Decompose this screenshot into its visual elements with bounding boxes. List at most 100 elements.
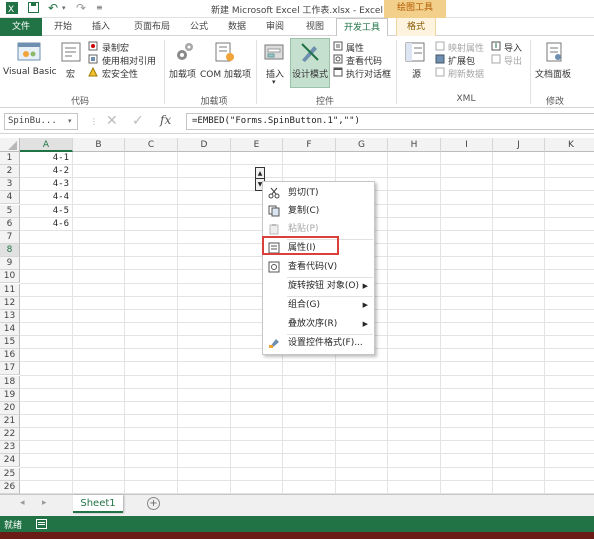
row-header[interactable]: 25: [0, 467, 20, 481]
row-header[interactable]: 3: [0, 178, 20, 192]
row-header[interactable]: 11: [0, 283, 20, 297]
enter-icon[interactable]: ✓: [132, 113, 144, 129]
row-header[interactable]: 6: [0, 217, 20, 231]
column-header[interactable]: D: [178, 138, 231, 152]
tab-view[interactable]: 视图: [298, 18, 332, 36]
row-header[interactable]: 4: [0, 191, 20, 205]
menu-item-cut[interactable]: 剪切(T): [263, 184, 374, 202]
visual-basic-button[interactable]: Visual Basic: [3, 67, 57, 77]
scroll-left-icon[interactable]: ◂: [20, 498, 25, 508]
row-header[interactable]: 14: [0, 322, 20, 336]
row-header[interactable]: 22: [0, 428, 20, 442]
xml-source-button[interactable]: 源: [412, 67, 421, 80]
tab-insert[interactable]: 插入: [84, 18, 118, 36]
map-properties-icon: [435, 41, 445, 51]
row-header[interactable]: 21: [0, 415, 20, 428]
column-header[interactable]: K: [545, 138, 594, 152]
name-box-dropdown-icon[interactable]: ▾: [68, 117, 72, 125]
properties-button[interactable]: 属性: [346, 41, 364, 54]
export-button[interactable]: 导出: [504, 54, 522, 67]
row-header[interactable]: 26: [0, 480, 20, 494]
menu-item-group[interactable]: 组合(G) ▶: [263, 296, 374, 314]
com-addins-button[interactable]: COM 加载项: [200, 67, 251, 80]
relative-reference-button[interactable]: 使用相对引用: [102, 54, 156, 67]
formula-input[interactable]: =EMBED("Forms.SpinButton.1",""): [186, 113, 594, 130]
column-header[interactable]: I: [441, 138, 493, 152]
row-header[interactable]: 10: [0, 270, 20, 284]
expansion-pack-button[interactable]: 扩展包: [448, 54, 475, 67]
cell-a1[interactable]: 4-1: [20, 152, 72, 165]
row-header[interactable]: 7: [0, 230, 20, 244]
cancel-icon[interactable]: ✕: [106, 113, 118, 129]
refresh-data-button[interactable]: 刷新数据: [448, 67, 484, 80]
view-code-button[interactable]: 查看代码: [346, 54, 382, 67]
tab-formulas[interactable]: 公式: [182, 18, 216, 36]
gridline: [20, 479, 594, 481]
cell-a5[interactable]: 4-5: [20, 205, 72, 218]
macro-security-button[interactable]: 宏安全性: [102, 67, 138, 80]
export-icon: [491, 54, 501, 64]
addins-button[interactable]: 加载项: [169, 67, 196, 80]
menu-item-order[interactable]: 叠放次序(R) ▶: [263, 315, 374, 333]
column-header[interactable]: C: [125, 138, 178, 152]
row-header[interactable]: 9: [0, 257, 20, 271]
record-macro-button[interactable]: 录制宏: [102, 41, 129, 54]
row-header[interactable]: 23: [0, 441, 20, 455]
tab-review[interactable]: 审阅: [258, 18, 292, 36]
row-header[interactable]: 13: [0, 309, 20, 323]
row-header[interactable]: 15: [0, 336, 20, 350]
record-macro-icon: [88, 41, 98, 51]
tab-home[interactable]: 开始: [46, 18, 80, 36]
column-header[interactable]: B: [73, 138, 125, 152]
row-header[interactable]: 1: [0, 152, 20, 165]
row-header[interactable]: 24: [0, 454, 20, 468]
row-header[interactable]: 12: [0, 296, 20, 310]
row-header[interactable]: 8: [0, 244, 20, 258]
tab-format[interactable]: 格式: [396, 18, 436, 36]
row-header[interactable]: 19: [0, 388, 20, 402]
insert-function-icon[interactable]: fx: [160, 113, 171, 127]
column-header[interactable]: J: [493, 138, 545, 152]
document-panel-button[interactable]: 文档面板: [535, 67, 571, 80]
paste-icon: [269, 224, 279, 235]
row-header[interactable]: 17: [0, 362, 20, 376]
column-header[interactable]: A: [20, 138, 73, 152]
tab-page-layout[interactable]: 页面布局: [126, 18, 178, 36]
design-mode-icon: [301, 43, 319, 62]
map-properties-button[interactable]: 映射属性: [448, 41, 484, 54]
macro-button[interactable]: 宏: [66, 67, 75, 80]
row-header[interactable]: 20: [0, 401, 20, 415]
cell-a6[interactable]: 4-6: [20, 218, 72, 231]
menu-item-spin-object[interactable]: 旋转按钮 对象(O) ▶: [263, 277, 374, 295]
column-header[interactable]: H: [388, 138, 441, 152]
tab-data[interactable]: 数据: [220, 18, 254, 36]
menu-item-format-control[interactable]: 设置控件格式(F)...: [263, 334, 374, 352]
column-header[interactable]: F: [283, 138, 336, 152]
cell-a4[interactable]: 4-4: [20, 191, 72, 204]
cell-a2[interactable]: 4-2: [20, 165, 72, 178]
menu-item-view-code[interactable]: 查看代码(V): [263, 258, 374, 276]
select-all-corner[interactable]: [0, 138, 20, 152]
macro-recording-icon[interactable]: [36, 519, 47, 529]
column-header[interactable]: E: [231, 138, 283, 152]
insert-dropdown-icon[interactable]: ▾: [272, 78, 276, 86]
spin-up-icon[interactable]: ▲: [256, 168, 264, 179]
add-sheet-icon[interactable]: +: [147, 497, 160, 510]
row-header[interactable]: 5: [0, 204, 20, 218]
tab-file[interactable]: 文件: [0, 18, 42, 36]
row-header[interactable]: 2: [0, 165, 20, 179]
tab-developer[interactable]: 开发工具: [336, 18, 388, 37]
properties-highlight-box: [262, 236, 339, 255]
name-box[interactable]: SpinBu...: [4, 113, 78, 130]
scroll-right-icon[interactable]: ▸: [42, 498, 47, 508]
cell-a3[interactable]: 4-3: [20, 178, 72, 191]
column-header[interactable]: G: [336, 138, 388, 152]
row-header[interactable]: 18: [0, 375, 20, 389]
sheet-tab[interactable]: Sheet1: [73, 495, 123, 513]
more-options-icon: ⋮: [90, 117, 98, 126]
menu-item-copy[interactable]: 复制(C): [263, 202, 374, 220]
import-button[interactable]: 导入: [504, 41, 522, 54]
group-label-code: 代码: [70, 97, 89, 107]
row-header[interactable]: 16: [0, 349, 20, 363]
run-dialog-button[interactable]: 执行对话框: [346, 67, 391, 80]
